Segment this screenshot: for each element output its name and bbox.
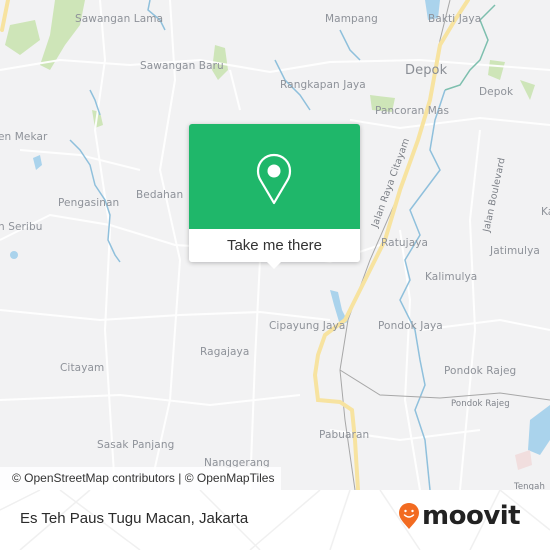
footer-bar: Es Teh Paus Tugu Macan, Jakarta moovit bbox=[0, 490, 550, 550]
place-label-depok-east: Depok bbox=[479, 86, 514, 98]
place-label-jatimulya: Jatimulya bbox=[490, 245, 540, 257]
moovit-logo[interactable]: moovit bbox=[398, 501, 521, 531]
take-me-there-button[interactable]: Take me there bbox=[189, 229, 360, 262]
place-label-ka: Ka bbox=[541, 206, 550, 218]
popup-header bbox=[189, 124, 360, 229]
moovit-smiley-pin-icon bbox=[399, 503, 419, 529]
place-label-mampang: Mampang bbox=[325, 13, 378, 25]
place-label-sasak-panjang: Sasak Panjang bbox=[97, 439, 175, 451]
place-label-pondok-rajeg-station: Pondok Rajeg bbox=[451, 399, 510, 409]
place-title: Es Teh Paus Tugu Macan, Jakarta bbox=[20, 510, 249, 527]
place-label-bedahan: Bedahan bbox=[136, 189, 184, 201]
place-label-depok-city: Depok bbox=[405, 63, 448, 78]
place-label-cipayung-jaya: Cipayung Jaya bbox=[269, 320, 346, 332]
park-area bbox=[5, 20, 40, 55]
park-area bbox=[520, 80, 535, 100]
place-label-pondok-jaya: Pondok Jaya bbox=[378, 320, 443, 332]
place-label-sawangan-lama: Sawangan Lama bbox=[75, 13, 164, 25]
map-view[interactable]: Sawangan Lama Sawangan Baru Mampang Bakt… bbox=[0, 0, 550, 490]
place-label-rangkapan-jaya: Rangkapan Jaya bbox=[280, 79, 366, 91]
map-attribution[interactable]: © OpenStreetMap contributors | © OpenMap… bbox=[0, 467, 282, 490]
popup-pointer bbox=[266, 261, 282, 269]
place-label-pondok-rajeg: Pondok Rajeg bbox=[444, 365, 517, 377]
place-label-tengah: Tengah bbox=[514, 482, 545, 490]
place-label-seribu: n Seribu bbox=[0, 221, 43, 233]
place-label-citayam: Citayam bbox=[60, 362, 105, 374]
place-label-ratujaya: Ratujaya bbox=[381, 237, 429, 249]
map-pin-icon bbox=[256, 153, 292, 205]
place-label-pancoran-mas: Pancoran Mas bbox=[375, 105, 450, 117]
pond bbox=[33, 155, 42, 170]
place-label-sawangan-baru: Sawangan Baru bbox=[140, 60, 224, 72]
place-label-pengasinan: Pengasinan bbox=[58, 197, 120, 209]
place-label-pabuaran: Pabuaran bbox=[319, 429, 370, 441]
place-label-ragajaya: Ragajaya bbox=[200, 346, 250, 358]
place-label-bakti-jaya: Bakti Jaya bbox=[428, 13, 482, 25]
destination-popup: Take me there bbox=[189, 124, 360, 269]
moovit-wordmark: moovit bbox=[422, 501, 521, 531]
place-label-mekar: en Mekar bbox=[0, 131, 48, 143]
lake bbox=[528, 405, 550, 455]
pond bbox=[10, 251, 18, 259]
land-parcel bbox=[515, 450, 532, 470]
place-label-kalimulya: Kalimulya bbox=[425, 271, 478, 283]
park-area bbox=[488, 60, 505, 80]
